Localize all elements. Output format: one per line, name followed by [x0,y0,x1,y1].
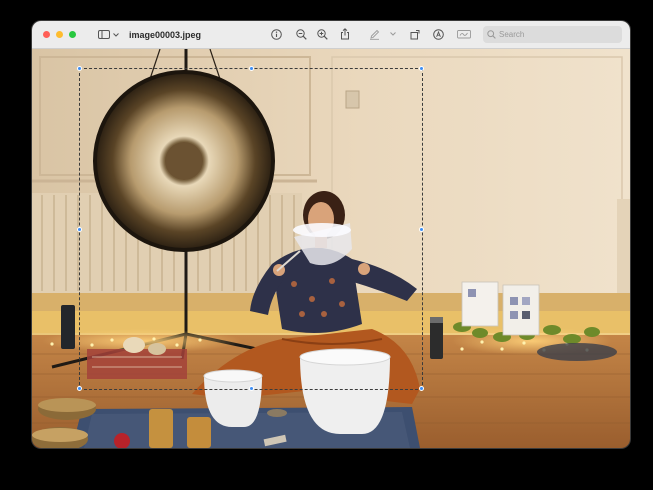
window-title: image00003.jpeg [129,29,202,40]
zoom-out-button[interactable] [295,28,307,40]
share-button[interactable] [339,28,351,40]
title-bar: image00003.jpeg Search [32,21,630,49]
zoom-button[interactable] [69,31,76,38]
markup-menu-button[interactable] [387,28,399,40]
minimize-button[interactable] [56,31,63,38]
selection-handle-left[interactable] [77,227,82,232]
sidebar-icon [98,30,110,39]
sidebar-toggle-button[interactable] [98,30,119,39]
search-field[interactable]: Search [483,26,622,43]
info-icon [270,28,282,40]
annotate-button[interactable] [432,28,444,40]
selection-handle-top-left[interactable] [77,66,82,71]
selection-handle-bottom-right[interactable] [419,386,424,391]
info-button[interactable] [270,28,282,40]
preview-window: image00003.jpeg Search [32,21,630,448]
signature-button[interactable] [457,28,471,40]
share-icon [341,28,349,40]
selection-handle-bottom[interactable] [249,386,254,391]
signature-icon [457,30,471,39]
markup-button[interactable] [368,28,380,40]
chevron-down-icon [390,32,396,36]
rotate-icon [410,29,419,39]
zoom-in-icon [316,28,328,40]
selection-handle-right[interactable] [419,227,424,232]
search-placeholder: Search [499,30,525,39]
zoom-in-button[interactable] [316,28,328,40]
selection-rectangle[interactable] [77,66,424,391]
selection-handle-top[interactable] [249,66,254,71]
annotate-icon [432,28,444,40]
selection-handle-bottom-left[interactable] [77,386,82,391]
selection-handle-top-right[interactable] [419,66,424,71]
image-canvas[interactable] [32,49,630,448]
close-button[interactable] [43,31,50,38]
markup-pen-icon [369,29,379,40]
search-icon [487,30,496,39]
chevron-down-icon [113,32,119,37]
zoom-out-icon [295,28,307,40]
window-controls [43,31,76,38]
rotate-button[interactable] [409,28,421,40]
